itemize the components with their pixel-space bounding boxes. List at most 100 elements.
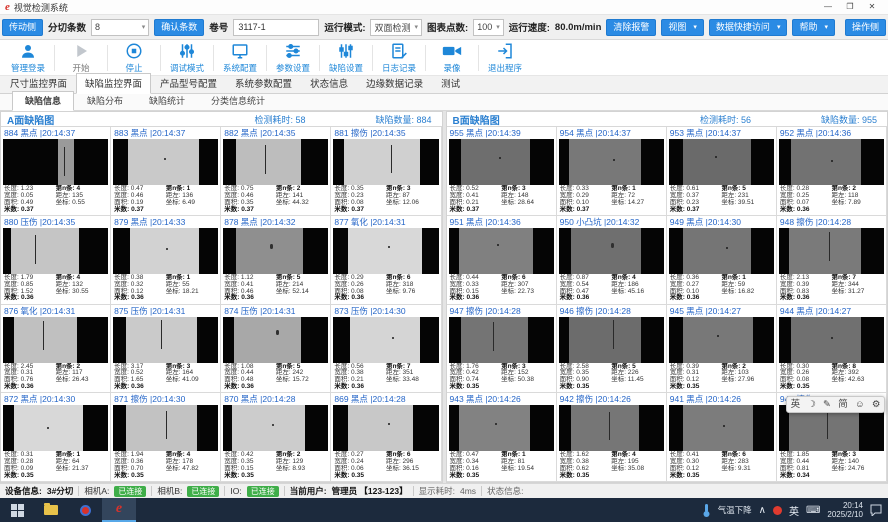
notification-center-icon[interactable] <box>870 504 882 516</box>
clear-alarm-button[interactable]: 清除报警 <box>606 19 656 36</box>
main-tab-4[interactable]: 状态信息 <box>301 73 357 94</box>
defect-cell-header: 882 黑点 |20:14:35 <box>221 127 330 138</box>
gear-icon[interactable]: ⚙ <box>872 397 881 412</box>
action-button-monitor[interactable]: 系统配置 <box>214 41 266 75</box>
data-quick-access-button[interactable]: 数据快捷访问 ▾ <box>709 19 788 36</box>
sub-tab-3[interactable]: 分类信息统计 <box>198 91 278 111</box>
sub-tab-2[interactable]: 缺陷统计 <box>136 91 198 111</box>
info-line: 坐标: 0.55 <box>56 200 108 207</box>
info-line: 米数: 0.35 <box>114 473 166 480</box>
info-line: 坐标: 14.27 <box>611 200 663 207</box>
transmission-side-button[interactable]: 传动侧 <box>2 19 43 36</box>
roll-number-input[interactable]: 3117-1 <box>233 19 319 36</box>
state-info-label: 状态信息: <box>487 485 523 497</box>
view-menu-button[interactable]: 视图 ▾ <box>661 19 704 36</box>
defect-mark <box>388 423 390 425</box>
defect-info-right: 第n条: 4距左: 132坐标: 30.55 <box>56 275 108 303</box>
defect-cell[interactable]: 870 黑点 |20:14:28长度: 0.42宽度: 0.35面积: 0.15… <box>221 393 331 482</box>
defect-cell[interactable]: 872 黑点 |20:14:30长度: 0.31宽度: 0.28面积: 0.09… <box>1 393 111 482</box>
speed-label: 运行速度: <box>509 20 550 34</box>
defect-cell[interactable]: 955 黑点 |20:14:39长度: 0.52宽度: 0.41面积: 0.21… <box>447 127 557 216</box>
display-time-value: 4ms <box>460 486 476 496</box>
defect-cell[interactable]: 954 黑点 |20:14:37长度: 0.33宽度: 0.29面积: 0.10… <box>557 127 667 216</box>
start-button[interactable] <box>0 498 34 522</box>
tray-alert-icon[interactable] <box>773 506 782 515</box>
lang-toggle-icon[interactable]: 英 <box>791 397 801 412</box>
defect-cell[interactable]: 883 黑点 |20:14:37长度: 0.47宽度: 0.46面积: 0.19… <box>111 127 221 216</box>
action-button-user[interactable]: 管理登录 <box>2 41 54 75</box>
defect-panel-b: B面缺陷图检测耗时: 56缺陷数量: 955955 黑点 |20:14:39长度… <box>446 111 888 483</box>
pinned-app-icon[interactable] <box>68 498 102 522</box>
defect-cell[interactable]: 947 擦伤 |20:14:28长度: 1.76宽度: 0.42面积: 0.74… <box>447 305 557 394</box>
defect-cell[interactable]: 953 黑点 |20:14:37长度: 0.61宽度: 0.37面积: 0.23… <box>667 127 777 216</box>
info-line: 坐标: 9.76 <box>386 289 438 296</box>
defect-cell[interactable]: 942 擦伤 |20:14:26长度: 1.62宽度: 0.38面积: 0.62… <box>557 393 667 482</box>
moon-icon[interactable]: ☽ <box>807 397 816 412</box>
minimize-button[interactable]: — <box>817 0 839 14</box>
ime-language-indicator[interactable]: 英 <box>789 503 799 518</box>
action-button-exit[interactable]: 退出程序 <box>479 41 531 75</box>
thermometer-icon[interactable] <box>702 504 711 517</box>
confirm-count-button[interactable]: 确认条数 <box>154 19 204 36</box>
action-button-sliders-h[interactable]: 参数设置 <box>267 41 319 75</box>
active-app-task-button[interactable]: e <box>102 498 136 522</box>
file-explorer-icon[interactable] <box>34 498 68 522</box>
defect-cell[interactable]: 871 擦伤 |20:14:30长度: 1.94宽度: 0.36面积: 0.70… <box>111 393 221 482</box>
clock[interactable]: 20:14 2025/2/10 <box>827 501 863 519</box>
defect-cell[interactable]: 875 压伤 |20:14:31长度: 3.17宽度: 0.52面积: 1.65… <box>111 305 221 394</box>
help-menu-button[interactable]: 帮助 ▾ <box>792 19 835 36</box>
chart-points-select[interactable]: 100 ▾ <box>473 19 504 36</box>
maximize-button[interactable]: ❐ <box>839 0 861 14</box>
defect-cell[interactable]: 873 压伤 |20:14:30长度: 0.56宽度: 0.38面积: 0.21… <box>331 305 441 394</box>
defect-image <box>223 405 328 451</box>
defect-cell[interactable]: 874 压伤 |20:14:31长度: 1.08宽度: 0.44面积: 0.48… <box>221 305 331 394</box>
defect-cell[interactable]: 950 小凸坑 |20:14:32长度: 0.87宽度: 0.54面积: 0.4… <box>557 216 667 305</box>
defect-cell-header: 876 氧化 |20:14:31 <box>1 305 110 316</box>
defect-cell[interactable]: 880 压伤 |20:14:35长度: 1.79宽度: 0.85面积: 1.52… <box>1 216 111 305</box>
close-button[interactable]: ✕ <box>861 0 883 14</box>
main-tab-6[interactable]: 测试 <box>432 73 469 94</box>
pen-icon[interactable]: ✎ <box>823 397 831 412</box>
panel-title: A面缺陷图 <box>7 112 54 127</box>
run-mode-select[interactable]: 双面检测 ▾ <box>370 19 422 36</box>
defect-image <box>559 228 664 274</box>
touch-keyboard-icon[interactable]: ⌨ <box>806 505 820 516</box>
defect-cell[interactable]: 879 黑点 |20:14:33长度: 0.38宽度: 0.32面积: 0.12… <box>111 216 221 305</box>
action-button-sliders-v[interactable]: 缺陷设置 <box>320 41 372 75</box>
defect-cell[interactable]: 881 擦伤 |20:14:35长度: 0.35宽度: 0.23面积: 0.08… <box>331 127 441 216</box>
action-button-stop[interactable]: 停止 <box>108 41 160 75</box>
defect-cell[interactable]: 943 黑点 |20:14:26长度: 0.47宽度: 0.34面积: 0.16… <box>447 393 557 482</box>
defect-cell[interactable]: 946 擦伤 |20:14:28长度: 2.58宽度: 0.35面积: 0.90… <box>557 305 667 394</box>
help-menu-label: 帮助 <box>799 22 817 33</box>
slit-count-label: 分切条数 <box>48 20 86 34</box>
defect-cell[interactable]: 949 黑点 |20:14:30长度: 0.36宽度: 0.27面积: 0.10… <box>667 216 777 305</box>
info-line: 米数: 0.36 <box>334 295 386 302</box>
sub-tab-0[interactable]: 缺陷信息 <box>12 91 74 111</box>
action-button-camera[interactable]: 录像 <box>426 41 478 75</box>
defect-cell[interactable]: 951 黑点 |20:14:36长度: 0.44宽度: 0.33面积: 0.15… <box>447 216 557 305</box>
simplified-chinese-icon[interactable]: 简 <box>838 397 848 412</box>
defect-cell[interactable]: 945 黑点 |20:14:27长度: 0.39宽度: 0.31面积: 0.12… <box>667 305 777 394</box>
tray-chevron-up-icon[interactable]: ∧ <box>759 505 766 516</box>
defect-cell[interactable]: 876 氧化 |20:14:31长度: 2.45宽度: 0.31面积: 0.76… <box>1 305 111 394</box>
defect-cell[interactable]: 948 擦伤 |20:14:28长度: 2.13宽度: 0.39面积: 0.83… <box>777 216 887 305</box>
action-button-log[interactable]: 日志记录 <box>373 41 425 75</box>
defect-cell[interactable]: 952 黑点 |20:14:36长度: 0.28宽度: 0.25面积: 0.07… <box>777 127 887 216</box>
sub-tab-1[interactable]: 缺陷分布 <box>74 91 136 111</box>
operator-side-button[interactable]: 操作侧 <box>845 19 886 36</box>
defect-cell[interactable]: 877 氧化 |20:14:31长度: 0.29宽度: 0.26面积: 0.08… <box>331 216 441 305</box>
defect-info-left: 长度: 0.56宽度: 0.38面积: 0.21米数: 0.36 <box>334 364 386 392</box>
defect-cell[interactable]: 941 黑点 |20:14:26长度: 0.41宽度: 0.30面积: 0.12… <box>667 393 777 482</box>
action-button-tune[interactable]: 调试模式 <box>161 41 213 75</box>
defect-cell[interactable]: 882 黑点 |20:14:35长度: 0.75宽度: 0.46面积: 0.35… <box>221 127 331 216</box>
action-button-play[interactable]: 开始 <box>55 41 107 75</box>
defect-cell[interactable]: 869 黑点 |20:14:28长度: 0.27宽度: 0.24面积: 0.06… <box>331 393 441 482</box>
slit-count-select[interactable]: 8 ▾ <box>91 19 149 36</box>
defect-cell[interactable]: 944 黑点 |20:14:27长度: 0.30宽度: 0.26面积: 0.08… <box>777 305 887 394</box>
weather-text[interactable]: 气温下降 <box>718 504 752 516</box>
emoji-icon[interactable]: ☺ <box>855 397 865 412</box>
defect-cell[interactable]: 884 黑点 |20:14:37长度: 1.23宽度: 0.05面积: 0.49… <box>1 127 111 216</box>
defect-cell[interactable]: 878 黑点 |20:14:32长度: 1.12宽度: 0.41面积: 0.46… <box>221 216 331 305</box>
defect-info-right: 第n条: 2距左: 118坐标: 7.89 <box>831 186 883 214</box>
main-tab-5[interactable]: 边缘数据记录 <box>357 73 432 94</box>
